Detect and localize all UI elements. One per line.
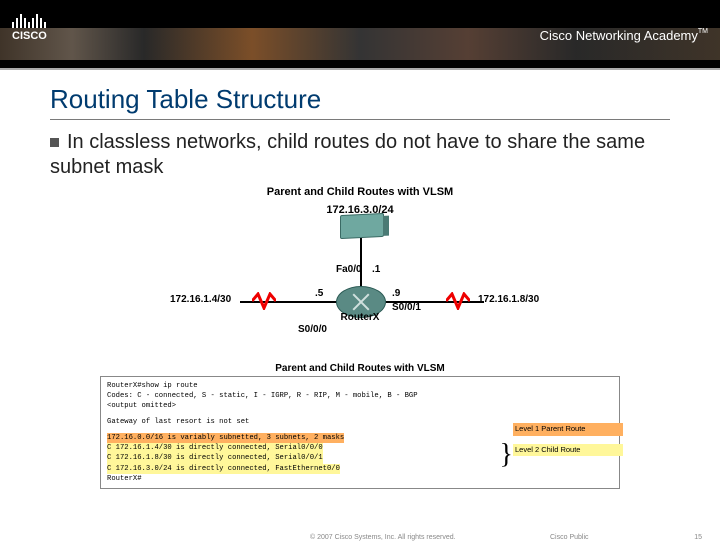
interface-label: S0/0/1 [392, 302, 421, 313]
serial-zigzag-icon [252, 292, 276, 310]
bullet-content: In classless networks, child routes do n… [50, 131, 645, 178]
banner-divider [0, 68, 720, 70]
top-banner: CISCO Cisco Networking AcademyTM [0, 0, 720, 70]
brace-icon: } [500, 435, 513, 474]
network-diagram: Parent and Child Routes with VLSM 172.16… [110, 186, 610, 361]
parent-route-annotation: Level 1 Parent Route [513, 423, 623, 436]
cisco-logo-icon [12, 12, 46, 28]
rt-child-route: C 172.16.3.0/24 is directly connected, F… [107, 464, 613, 474]
address-label: .1 [372, 264, 380, 275]
academy-text: Cisco Networking Academy [540, 28, 698, 43]
cisco-logo: CISCO [12, 12, 47, 42]
address-label: .9 [392, 288, 400, 299]
link-line [360, 238, 362, 288]
route-annotations: Level 1 Parent Route Level 2 Child Route [513, 423, 623, 464]
page-title: Routing Table Structure [50, 84, 720, 115]
academy-label: Cisco Networking AcademyTM [540, 28, 708, 43]
router-label: RouterX [110, 312, 610, 323]
trademark-icon: TM [698, 28, 708, 35]
switch-icon [340, 213, 384, 239]
diagram-title: Parent and Child Routes with VLSM [110, 186, 610, 198]
right-network-label: 172.16.1.8/30 [478, 294, 539, 305]
interface-label: S0/0/0 [298, 324, 327, 335]
bullet-icon [50, 138, 59, 147]
cisco-logo-text: CISCO [12, 30, 47, 42]
routing-table-figure: Parent and Child Routes with VLSM Router… [100, 363, 620, 489]
bullet-text: In classless networks, child routes do n… [50, 130, 680, 180]
address-label: .5 [315, 288, 323, 299]
serial-zigzag-icon [446, 292, 470, 310]
routing-table-title: Parent and Child Routes with VLSM [100, 363, 620, 374]
left-network-label: 172.16.1.4/30 [170, 294, 231, 305]
child-route-annotation: Level 2 Child Route [513, 444, 623, 457]
routing-table-output: RouterX#show ip route Codes: C - connect… [100, 376, 620, 489]
rt-omitted: <output omitted> [107, 401, 613, 411]
interface-label: Fa0/0 [336, 264, 362, 275]
title-divider [50, 119, 670, 120]
rt-cmd: RouterX#show ip route [107, 381, 613, 391]
rt-prompt: RouterX# [107, 474, 613, 484]
rt-codes: Codes: C - connected, S - static, I - IG… [107, 391, 613, 401]
